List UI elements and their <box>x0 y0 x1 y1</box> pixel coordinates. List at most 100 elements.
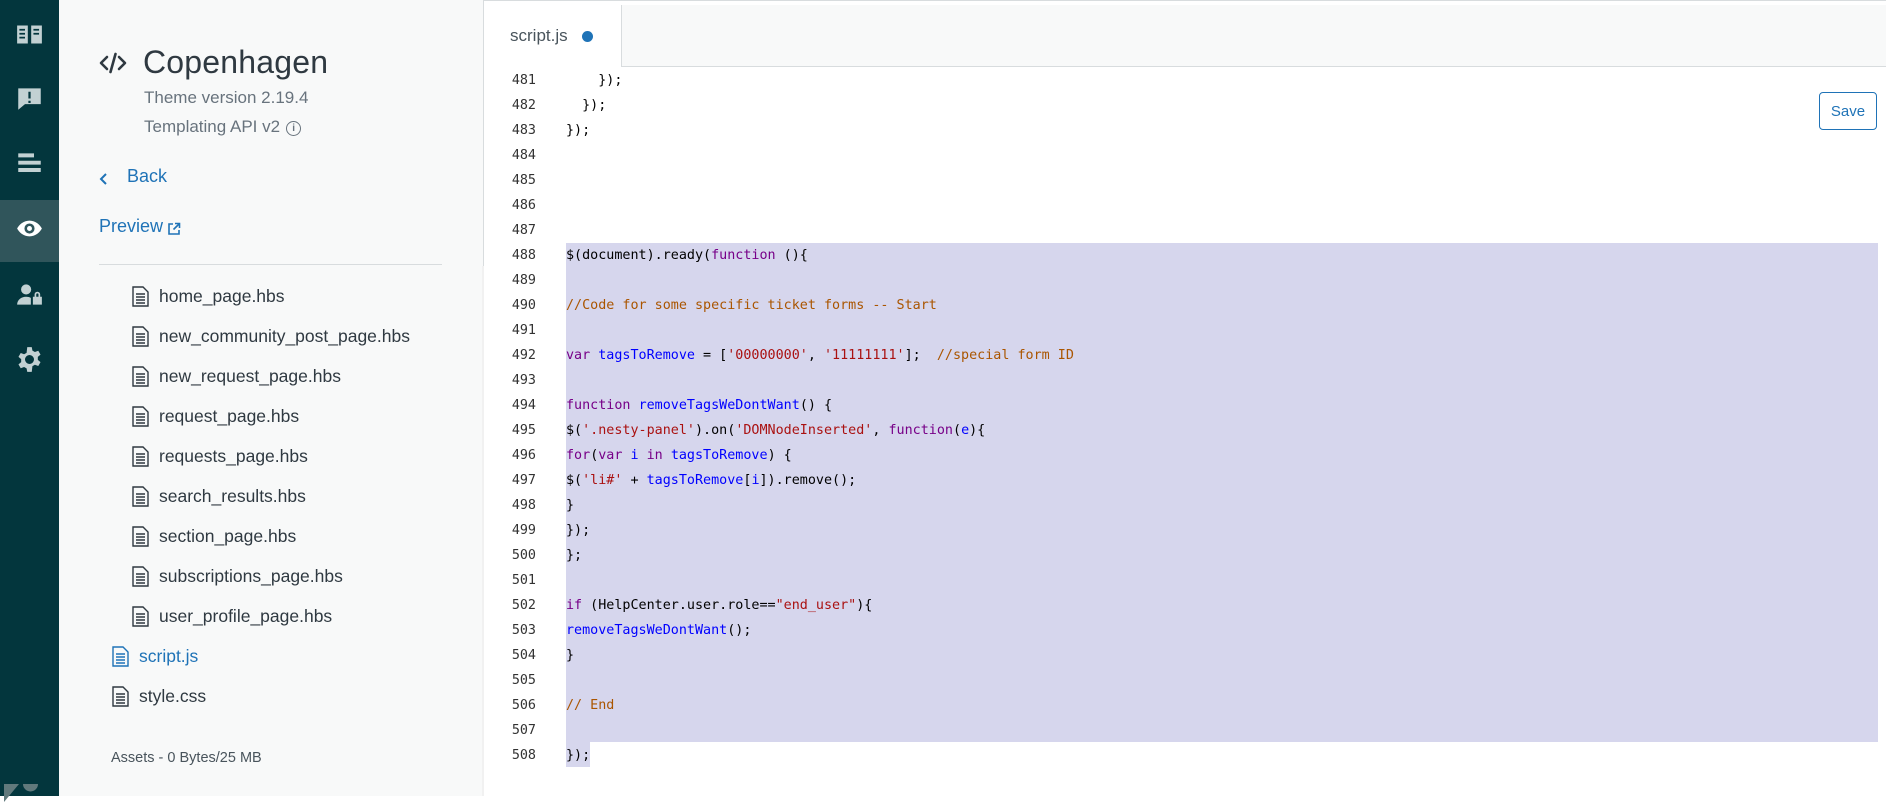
code-line[interactable]: 502 if (HelpCenter.user.role=="end_user")… <box>484 593 1886 618</box>
back-link[interactable]: Back <box>99 166 167 187</box>
line-number: 505 <box>511 673 536 688</box>
code-line[interactable]: 491 <box>484 318 1886 343</box>
line-number: 484 <box>511 148 536 163</box>
file-name: new_community_post_page.hbs <box>159 325 410 346</box>
code-text: }); <box>566 748 591 763</box>
code-text: } <box>566 498 575 513</box>
file-name: style.css <box>139 685 207 706</box>
file-icon <box>112 685 129 707</box>
tab-script-js[interactable]: script.js <box>484 5 622 67</box>
theme-header: Copenhagen <box>99 44 328 81</box>
line-number: 498 <box>511 498 536 513</box>
code-text: }); <box>566 523 591 538</box>
code-text: } <box>566 648 575 663</box>
file-name: home_page.hbs <box>159 285 285 306</box>
line-number: 500 <box>511 548 536 563</box>
user-permissions-nav-button[interactable] <box>0 266 59 328</box>
file-name: user_profile_page.hbs <box>159 605 333 626</box>
file-item[interactable]: style.css <box>112 676 206 716</box>
line-number: 504 <box>511 648 536 663</box>
line-number: 496 <box>511 448 536 463</box>
code-line[interactable]: 494 function removeTagsWeDontWant() { <box>484 393 1886 418</box>
line-number: 507 <box>511 723 536 738</box>
file-name: section_page.hbs <box>159 525 297 546</box>
product-rail <box>0 0 59 802</box>
code-line[interactable]: 498} <box>484 493 1886 518</box>
file-item[interactable]: search_results.hbs <box>132 476 306 516</box>
code-line[interactable]: 486 <box>484 193 1886 218</box>
file-item[interactable]: new_community_post_page.hbs <box>132 316 410 356</box>
file-icon <box>132 565 149 587</box>
line-number: 482 <box>511 98 536 113</box>
file-icon <box>132 365 149 387</box>
file-item[interactable]: user_profile_page.hbs <box>132 596 332 636</box>
file-item[interactable]: new_request_page.hbs <box>132 356 341 396</box>
templating-api-label: Templating API v2 <box>144 117 281 136</box>
file-icon <box>132 445 149 467</box>
file-icon <box>132 405 149 427</box>
code-text: // End <box>566 698 615 713</box>
feedback-icon <box>16 85 43 117</box>
settings-nav-button[interactable] <box>0 331 59 393</box>
file-item[interactable]: request_page.hbs <box>132 396 299 436</box>
file-item[interactable]: section_page.hbs <box>132 516 296 556</box>
code-line[interactable]: 489 <box>484 268 1886 293</box>
customize-design-nav-button[interactable] <box>0 200 59 262</box>
code-line[interactable]: 481 }); <box>484 68 1886 93</box>
code-text: }); <box>566 98 607 113</box>
guide-nav-button[interactable] <box>0 6 59 68</box>
preview-link[interactable]: Preview <box>99 216 181 237</box>
file-name: new_request_page.hbs <box>159 365 341 386</box>
code-line[interactable]: 499}); <box>484 518 1886 543</box>
code-line[interactable]: 492 var tagsToRemove = ['00000000', '1111… <box>484 343 1886 368</box>
code-text: function removeTagsWeDontWant() { <box>566 398 833 413</box>
line-number: 497 <box>511 473 536 488</box>
code-text: $('li#' + tagsToRemove[i]).remove(); <box>566 473 857 488</box>
arrange-nav-button[interactable] <box>0 135 59 197</box>
save-button[interactable]: Save <box>1819 92 1877 130</box>
file-tree: home_page.hbs new_community_post_page.hbs… <box>99 264 442 797</box>
code-text: if (HelpCenter.user.role=="end_user"){ <box>566 598 873 613</box>
code-line[interactable]: 495 $('.nesty-panel').on('DOMNodeInserted… <box>484 418 1886 443</box>
code-line[interactable]: 493 <box>484 368 1886 393</box>
code-line[interactable]: 501 <box>484 568 1886 593</box>
code-editor-area: script.js 481 }); 482 }); 483}); 484 485 486 4… <box>484 0 1886 796</box>
code-line[interactable]: 506 // End <box>484 693 1886 718</box>
info-icon[interactable]: i <box>286 121 302 136</box>
code-line[interactable]: 482 }); <box>484 93 1886 118</box>
assets-usage[interactable]: Assets - 0 Bytes/25 MB <box>111 750 262 766</box>
theme-version: Theme version 2.19.4 <box>144 88 309 107</box>
code-text: }; <box>566 548 583 563</box>
code-line[interactable]: 483}); <box>484 118 1886 143</box>
code-line[interactable]: 505 <box>484 668 1886 693</box>
code-line[interactable]: 496 for(var i in tagsToRemove) { <box>484 443 1886 468</box>
file-item[interactable]: script.js <box>112 636 198 676</box>
code-line[interactable]: 488 $(document).ready(function (){ <box>484 243 1886 268</box>
code-line[interactable]: 485 <box>484 168 1886 193</box>
file-item[interactable]: subscriptions_page.hbs <box>132 556 343 596</box>
file-item[interactable]: home_page.hbs <box>132 276 285 316</box>
line-number: 485 <box>511 173 536 188</box>
code-line[interactable]: 500}; <box>484 543 1886 568</box>
code-line[interactable]: 503 removeTagsWeDontWant(); <box>484 618 1886 643</box>
code-line[interactable]: 487 <box>484 218 1886 243</box>
file-name: script.js <box>139 645 199 666</box>
line-number: 508 <box>511 748 536 763</box>
code-line[interactable]: 504} <box>484 643 1886 668</box>
chevron-left-icon <box>99 170 109 185</box>
line-number: 493 <box>511 373 536 388</box>
file-icon <box>132 605 149 627</box>
file-icon <box>132 525 149 547</box>
feedback-nav-button[interactable] <box>0 70 59 132</box>
code-line[interactable]: 507 <box>484 718 1886 743</box>
code-line[interactable]: 508}); <box>484 743 1886 768</box>
file-icon <box>132 285 149 307</box>
line-number: 501 <box>511 573 536 588</box>
file-item[interactable]: requests_page.hbs <box>132 436 308 476</box>
code-line[interactable]: 484 <box>484 143 1886 168</box>
code-line[interactable]: 497 $('li#' + tagsToRemove[i]).remove(); <box>484 468 1886 493</box>
line-number: 489 <box>511 273 536 288</box>
user-permissions-icon <box>16 281 43 313</box>
code-line[interactable]: 490 //Code for some specific ticket forms… <box>484 293 1886 318</box>
settings-gear-icon <box>16 346 43 378</box>
